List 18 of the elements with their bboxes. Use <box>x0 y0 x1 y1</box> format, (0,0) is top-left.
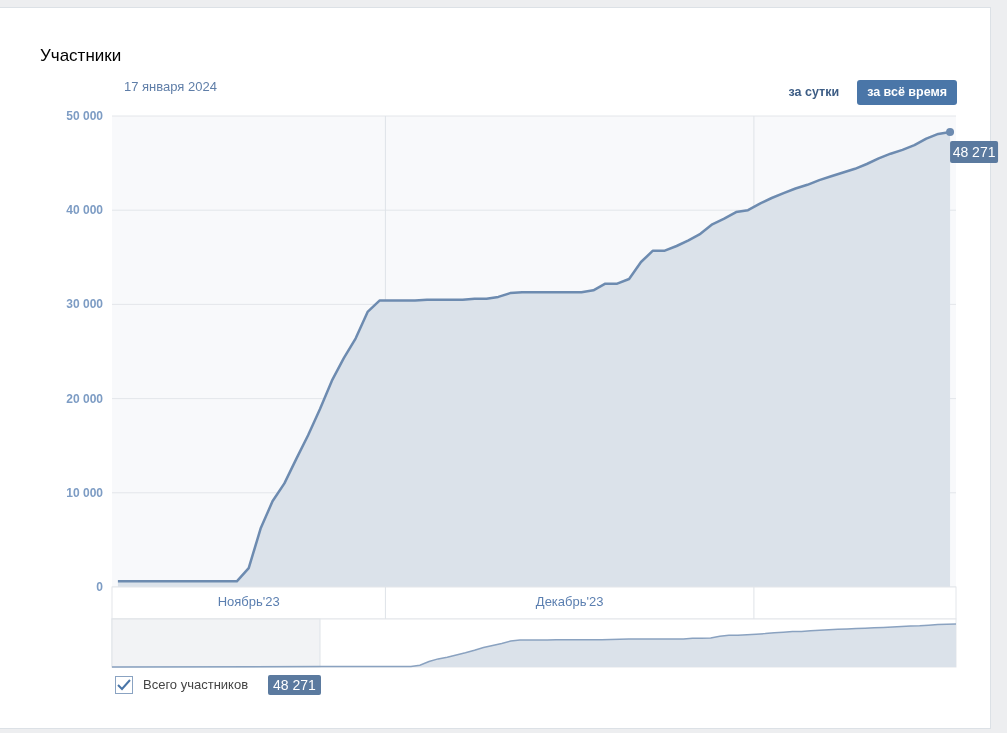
legend-label: Всего участников <box>143 676 249 695</box>
value-badge: 48 271 <box>268 675 321 695</box>
period-tab[interactable]: за сутки <box>778 79 850 105</box>
y-tick-label: 40 000 <box>66 203 103 218</box>
section-title: Участники <box>40 46 122 66</box>
period-tab[interactable]: за всё время <box>857 79 957 105</box>
date-label: 17 января 2024 <box>124 78 217 97</box>
checkbox[interactable] <box>115 676 133 694</box>
end-point-marker <box>946 128 955 136</box>
y-tick-label: 10 000 <box>66 485 103 500</box>
y-tick-label: 20 000 <box>66 391 103 406</box>
value-tooltip: 48 271 <box>950 141 999 163</box>
y-tick-label: 0 <box>96 580 103 594</box>
y-tick-label: 30 000 <box>66 297 103 312</box>
x-tick-label: Ноябрь'23 <box>217 594 280 609</box>
x-tick-label: Декабрь'23 <box>535 594 604 609</box>
y-tick-label: 50 000 <box>66 109 103 123</box>
checkmark-icon <box>117 679 131 691</box>
